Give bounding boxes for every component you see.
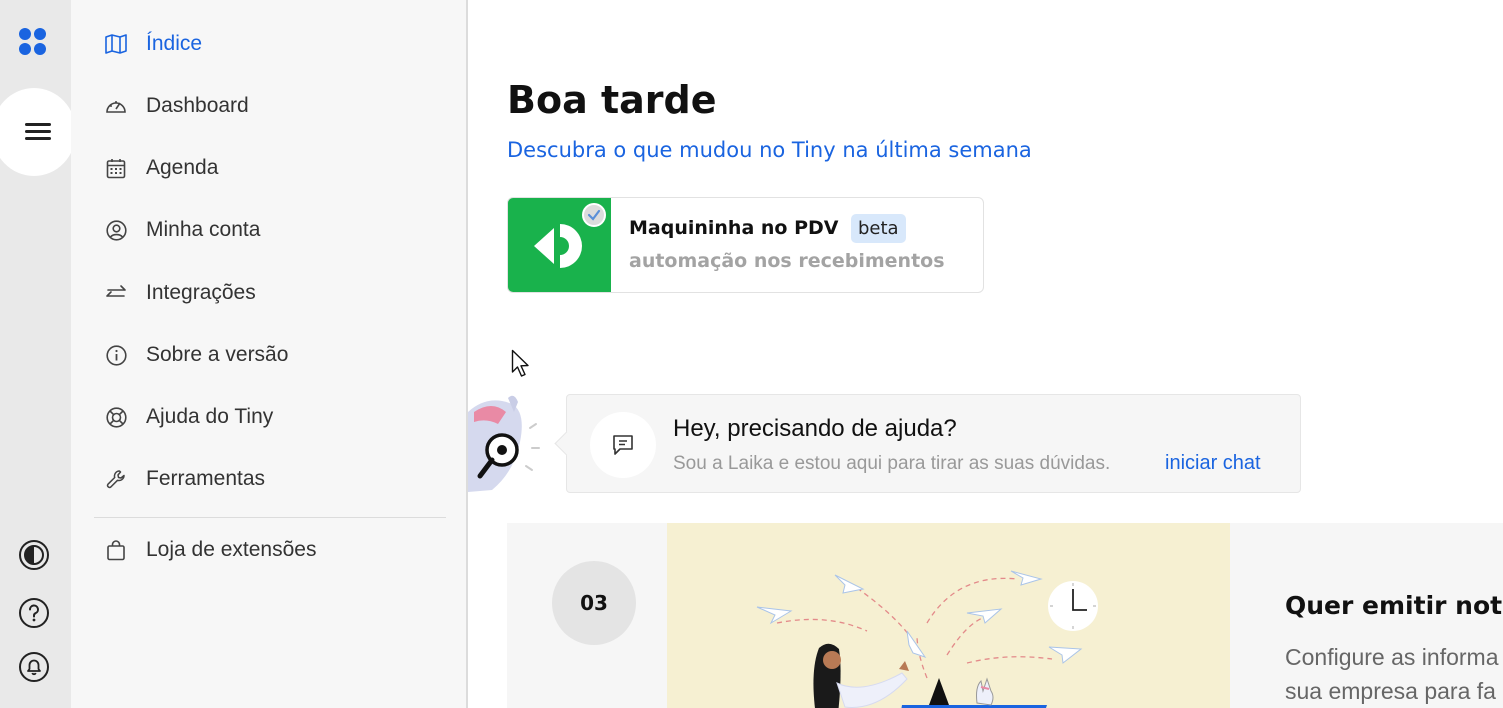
laika-mascot-icon bbox=[468, 392, 546, 494]
menu-icon bbox=[25, 123, 51, 141]
app-logo-icon[interactable] bbox=[19, 27, 49, 57]
promo-card[interactable]: Maquininha no PDV beta automação nos rec… bbox=[507, 197, 984, 293]
sidebar-item-label: Ferramentas bbox=[146, 467, 266, 490]
sidebar-item-label: Agenda bbox=[146, 156, 219, 179]
shopping-bag-icon bbox=[105, 539, 127, 561]
main-content: Boa tarde Descubra o que mudou no Tiny n… bbox=[468, 0, 1503, 708]
page-title: Boa tarde bbox=[507, 78, 717, 122]
map-icon bbox=[105, 33, 127, 55]
step-description-line: Configure as informa bbox=[1285, 644, 1499, 670]
menu-toggle-button[interactable] bbox=[0, 88, 76, 176]
help-title: Hey, precisando de ajuda? bbox=[673, 415, 957, 442]
sidebar-item-integracoes[interactable]: Integrações bbox=[105, 278, 256, 308]
sidebar-item-agenda[interactable]: Agenda bbox=[105, 153, 218, 183]
chat-icon bbox=[590, 412, 656, 478]
onboarding-step-card: 03 Quer emitir nota Configure as informa… bbox=[507, 523, 1503, 708]
sidebar-item-label: Ajuda do Tiny bbox=[146, 405, 274, 428]
sidebar-item-sobre-versao[interactable]: Sobre a versão bbox=[105, 340, 288, 370]
beta-badge: beta bbox=[851, 214, 906, 243]
sidebar-item-label: Dashboard bbox=[146, 94, 249, 117]
wrench-icon bbox=[105, 468, 127, 490]
sidebar-item-label: Minha conta bbox=[146, 218, 261, 241]
mouse-cursor-icon bbox=[511, 349, 533, 383]
sidebar-item-label: Loja de extensões bbox=[146, 538, 317, 561]
help-icon[interactable] bbox=[17, 596, 50, 629]
sidebar-item-label: Integrações bbox=[146, 281, 256, 304]
sidebar-item-dashboard[interactable]: Dashboard bbox=[105, 91, 249, 121]
step-description-line: sua empresa para fa bbox=[1285, 678, 1496, 704]
user-circle-icon bbox=[105, 219, 127, 241]
step-description: Configure as informa sua empresa para fa bbox=[1285, 640, 1499, 708]
sidebar-item-indice[interactable]: Índice bbox=[105, 29, 202, 59]
calendar-icon bbox=[105, 157, 127, 179]
sidebar-divider bbox=[94, 517, 446, 518]
lifebuoy-icon bbox=[105, 406, 127, 428]
promo-title: Maquininha no PDV bbox=[629, 217, 839, 239]
sidebar-item-label: Índice bbox=[146, 32, 203, 55]
sidebar: Índice Dashboard Agenda Minha conta Inte… bbox=[71, 0, 468, 708]
start-chat-link[interactable]: iniciar chat bbox=[1165, 452, 1261, 475]
help-subtitle: Sou a Laika e estou aqui para tirar as s… bbox=[673, 453, 1111, 474]
bell-icon[interactable] bbox=[17, 650, 50, 683]
sidebar-item-ajuda[interactable]: Ajuda do Tiny bbox=[105, 402, 273, 432]
step-title: Quer emitir nota bbox=[1285, 591, 1503, 620]
gauge-icon bbox=[105, 95, 127, 117]
promo-subtitle: automação nos recebimentos bbox=[629, 250, 945, 272]
sidebar-item-loja-extensoes[interactable]: Loja de extensões bbox=[105, 535, 316, 565]
info-icon bbox=[105, 344, 127, 366]
pdv-logo-icon bbox=[508, 198, 611, 292]
step-illustration bbox=[667, 523, 1230, 708]
arrows-icon bbox=[105, 282, 127, 304]
sidebar-item-minha-conta[interactable]: Minha conta bbox=[105, 215, 260, 245]
whats-new-link[interactable]: Descubra o que mudou no Tiny na última s… bbox=[507, 138, 1032, 162]
icon-rail bbox=[0, 0, 76, 708]
help-card: Hey, precisando de ajuda? Sou a Laika e … bbox=[566, 394, 1301, 493]
sidebar-item-ferramentas[interactable]: Ferramentas bbox=[105, 464, 265, 494]
step-number: 03 bbox=[552, 561, 636, 645]
contrast-icon[interactable] bbox=[17, 538, 50, 571]
sidebar-item-label: Sobre a versão bbox=[146, 343, 289, 366]
